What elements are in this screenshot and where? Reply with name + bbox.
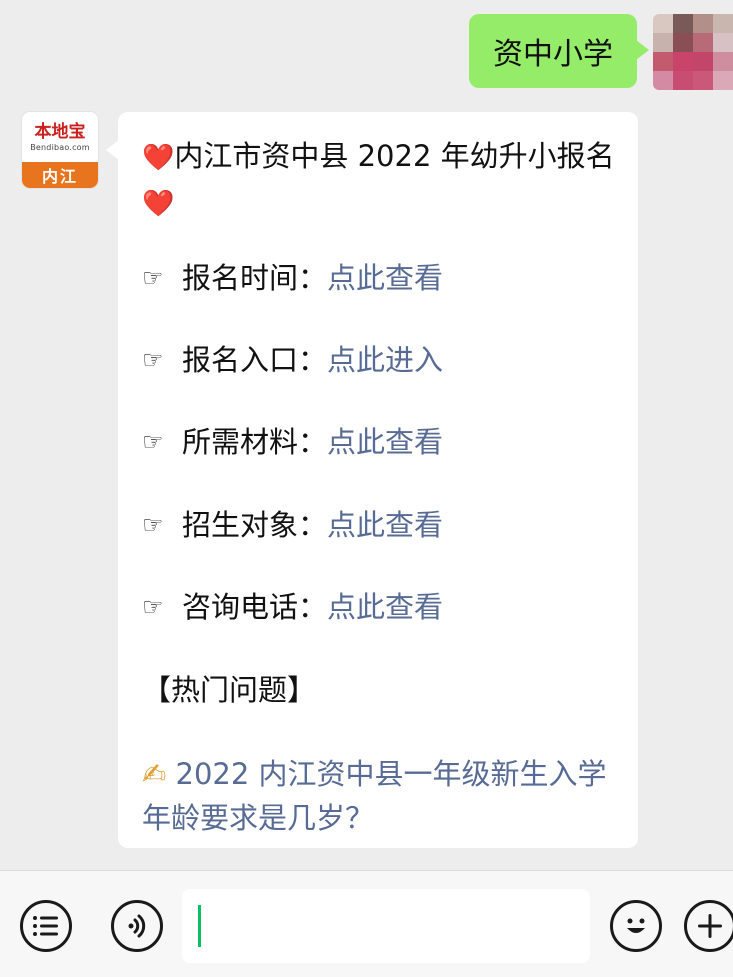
info-item-label: 咨询电话： — [182, 590, 328, 624]
writing-hand-icon: ✍ — [142, 757, 167, 791]
avatar-pixel — [653, 14, 673, 33]
info-item-label: 所需材料： — [182, 425, 328, 459]
user-message-bubble[interactable]: 资中小学 — [469, 14, 649, 88]
plus-icon — [698, 914, 722, 938]
hot-questions-heading: 【热门问题】 — [142, 673, 317, 707]
menu-button[interactable] — [20, 900, 72, 952]
voice-icon — [128, 914, 146, 938]
avatar-pixel — [693, 14, 713, 33]
message-title: ❤️内江市资中县 2022 年幼升小报名❤️ — [142, 134, 616, 226]
list-icon — [33, 916, 58, 936]
bot-avatar[interactable]: 本地宝 Bendibao.com 内江 — [22, 112, 98, 188]
hot-question-link[interactable]: ✍ 2022 内江资中县一年级新生入学年龄要求是几岁？ — [142, 752, 622, 840]
user-message-row: 资中小学 — [0, 14, 733, 94]
bot-message-bubble: ❤️内江市资中县 2022 年幼升小报名❤️ ☞ 报名时间： 点此查看 ☞ 报名… — [106, 112, 638, 848]
info-item-materials: ☞ 所需材料： 点此查看 — [142, 422, 443, 462]
avatar-pixel — [713, 71, 733, 90]
avatar-pixel — [653, 52, 673, 71]
input-bar — [0, 870, 733, 977]
hot-question-text: 2022 内江资中县一年级新生入学年龄要求是几岁？ — [142, 757, 607, 835]
pointing-hand-icon: ☞ — [142, 346, 164, 374]
voice-button[interactable] — [111, 900, 163, 952]
avatar-pixel — [693, 52, 713, 71]
view-link[interactable]: 点此查看 — [327, 258, 443, 298]
heart-icon: ❤️ — [142, 143, 175, 173]
info-item-label: 招生对象： — [182, 508, 328, 542]
avatar-domain-text: Bendibao.com — [30, 142, 90, 152]
avatar-pixel — [673, 14, 693, 33]
user-avatar[interactable] — [653, 14, 733, 90]
avatar-pixel — [713, 52, 733, 71]
info-item-label: 报名时间： — [182, 261, 328, 295]
message-input[interactable] — [182, 889, 590, 963]
avatar-pixel — [673, 71, 693, 90]
user-message-text: 资中小学 — [493, 37, 613, 72]
avatar-city-text: 内江 — [22, 162, 98, 188]
enter-link[interactable]: 点此进入 — [327, 340, 443, 380]
avatar-pixel — [653, 33, 673, 52]
view-link[interactable]: 点此查看 — [327, 587, 443, 627]
heart-icon: ❤️ — [142, 189, 175, 219]
more-button[interactable] — [684, 900, 733, 952]
avatar-pixel — [693, 71, 713, 90]
message-title-text: 内江市资中县 2022 年幼升小报名 — [174, 139, 615, 173]
avatar-pixel — [713, 33, 733, 52]
info-item-signup-entry: ☞ 报名入口： 点此进入 — [142, 340, 443, 380]
avatar-pixel — [693, 33, 713, 52]
view-link[interactable]: 点此查看 — [327, 422, 443, 462]
emoji-icon — [627, 918, 645, 933]
emoji-button[interactable] — [610, 900, 662, 952]
info-item-enrollment-target: ☞ 招生对象： 点此查看 — [142, 505, 443, 545]
pointing-hand-icon: ☞ — [142, 593, 164, 621]
avatar-pixel — [713, 14, 733, 33]
avatar-pixel — [653, 71, 673, 90]
pointing-hand-icon: ☞ — [142, 428, 164, 456]
avatar-brand-text: 本地宝 — [34, 121, 86, 142]
avatar-pixel — [673, 33, 693, 52]
view-link[interactable]: 点此查看 — [327, 505, 443, 545]
pointing-hand-icon: ☞ — [142, 264, 164, 292]
info-item-label: 报名入口： — [182, 343, 328, 377]
text-cursor — [198, 905, 201, 947]
avatar-pixel — [673, 52, 693, 71]
chat-area: 资中小学 本地宝 Bendibao.com 内江 ❤️内江市资中县 2022 年… — [0, 0, 733, 870]
pointing-hand-icon: ☞ — [142, 511, 164, 539]
info-item-phone: ☞ 咨询电话： 点此查看 — [142, 587, 443, 627]
info-item-signup-time: ☞ 报名时间： 点此查看 — [142, 258, 443, 298]
